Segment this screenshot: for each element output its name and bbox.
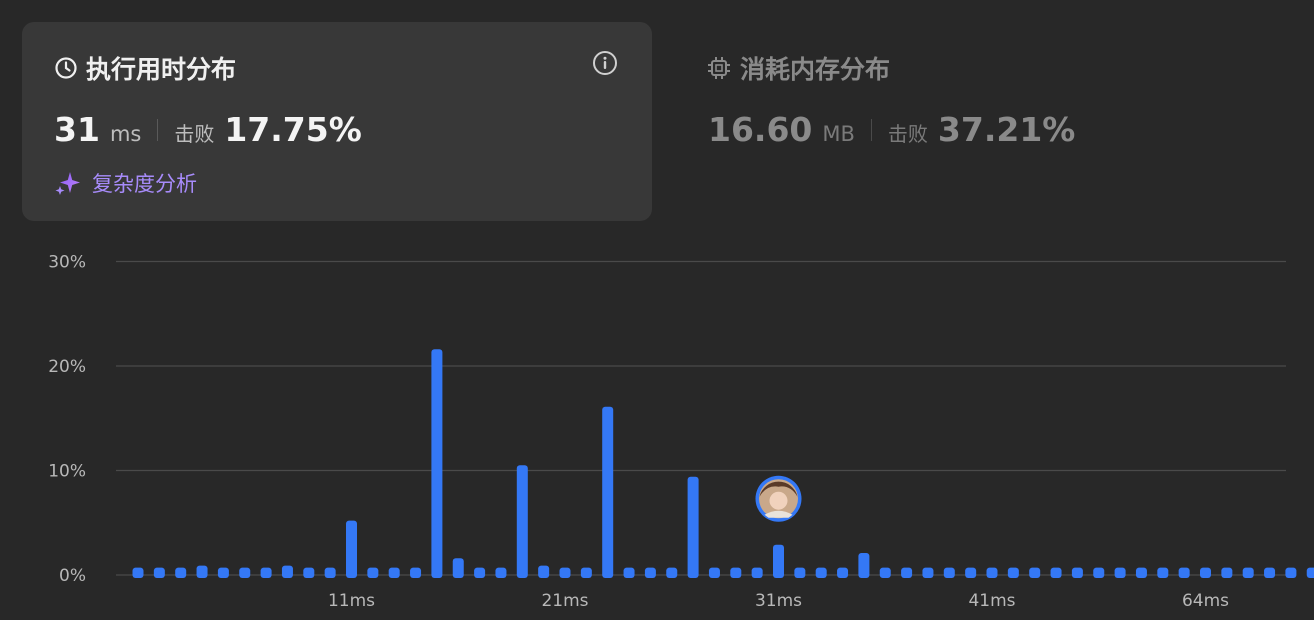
bar[interactable]	[879, 567, 891, 578]
bar[interactable]	[1221, 567, 1233, 578]
runtime-value: 31	[54, 110, 100, 149]
clock-icon	[55, 57, 77, 79]
avatar-face	[769, 491, 788, 510]
runtime-title: 执行用时分布	[54, 50, 236, 86]
chip-icon	[708, 57, 730, 79]
bar[interactable]	[580, 567, 592, 578]
runtime-unit: ms	[109, 122, 142, 146]
y-tick-label: 0%	[59, 566, 86, 586]
complexity-analysis-link[interactable]: 复杂度分析	[54, 168, 197, 198]
x-tick-label: 31ms	[755, 591, 802, 611]
x-tick-label: 64ms	[1182, 591, 1229, 611]
bar[interactable]	[922, 567, 934, 578]
stat-divider	[870, 118, 872, 141]
user-avatar[interactable]	[755, 475, 802, 522]
bar[interactable]	[410, 567, 422, 578]
bar[interactable]	[196, 565, 208, 578]
memory-unit: MB	[822, 122, 855, 146]
bar[interactable]	[687, 476, 699, 578]
bar[interactable]	[730, 567, 742, 578]
bar[interactable]	[1007, 567, 1019, 578]
y-tick-label: 10%	[48, 462, 86, 482]
bar[interactable]	[132, 567, 144, 578]
runtime-beats-label: 击败	[174, 122, 215, 146]
bar[interactable]	[495, 567, 507, 578]
info-icon[interactable]	[592, 50, 618, 76]
bar[interactable]	[175, 567, 187, 578]
bar[interactable]	[1050, 567, 1062, 578]
memory-beats-value: 37.21%	[937, 110, 1076, 149]
bar[interactable]	[986, 567, 998, 578]
bar[interactable]	[303, 567, 315, 578]
bar[interactable]	[1200, 567, 1211, 578]
bar[interactable]	[943, 567, 955, 578]
y-tick-label: 20%	[48, 357, 86, 377]
bar[interactable]	[1114, 567, 1126, 578]
bar[interactable]	[281, 565, 293, 578]
memory-value: 16.60	[708, 110, 813, 149]
bar[interactable]	[1135, 567, 1147, 578]
bar[interactable]	[965, 567, 977, 578]
bar[interactable]	[751, 567, 763, 578]
bar[interactable]	[1285, 567, 1297, 578]
bar[interactable]	[324, 567, 336, 578]
complexity-analysis-label: 复杂度分析	[92, 172, 197, 196]
bar[interactable]	[516, 465, 528, 578]
memory-stat: 16.60 MB 击败 37.21%	[708, 110, 1075, 149]
bar[interactable]	[666, 567, 678, 578]
bar[interactable]	[474, 567, 486, 578]
y-tick-label: 30%	[48, 253, 86, 273]
x-tick-label: 21ms	[541, 591, 588, 611]
bar[interactable]	[153, 567, 165, 578]
bar[interactable]	[1264, 567, 1276, 578]
bar[interactable]	[452, 558, 464, 578]
runtime-stat: 31 ms 击败 17.75%	[54, 110, 362, 149]
bar[interactable]	[1178, 567, 1190, 578]
memory-beats-label: 击败	[887, 122, 928, 146]
bar[interactable]	[1093, 567, 1105, 578]
bar[interactable]	[602, 406, 614, 578]
bar[interactable]	[1157, 567, 1169, 578]
bar[interactable]	[559, 567, 571, 578]
stat-divider	[157, 118, 159, 141]
bar[interactable]	[837, 567, 849, 578]
bar[interactable]	[815, 567, 827, 578]
bar[interactable]	[1071, 567, 1083, 578]
bar[interactable]	[1242, 567, 1254, 578]
bar[interactable]	[1029, 567, 1041, 578]
runtime-distribution-chart[interactable]: 0% 10% 20% 30% 11ms 21ms 31ms 41ms 64ms	[0, 230, 1314, 620]
bar[interactable]	[239, 567, 251, 578]
bar[interactable]	[346, 520, 357, 578]
runtime-beats-value: 17.75%	[224, 110, 362, 149]
bar[interactable]	[644, 567, 656, 578]
x-tick-label: 11ms	[328, 591, 375, 611]
bar[interactable]	[708, 567, 720, 578]
bar[interactable]	[217, 567, 229, 578]
memory-tab[interactable]: 消耗内存分布	[706, 50, 890, 86]
bar[interactable]	[260, 567, 272, 578]
bar[interactable]	[538, 565, 550, 578]
bar[interactable]	[1306, 567, 1314, 578]
memory-title: 消耗内存分布	[740, 55, 891, 84]
bar[interactable]	[431, 349, 443, 578]
bar[interactable]	[901, 567, 913, 578]
bar[interactable]	[794, 567, 806, 578]
bar[interactable]	[858, 553, 870, 578]
x-tick-label: 41ms	[968, 591, 1015, 611]
sparkle-icon	[55, 172, 80, 195]
bar[interactable]	[388, 567, 400, 578]
bar[interactable]	[773, 544, 784, 578]
runtime-title-text: 执行用时分布	[86, 55, 237, 84]
bar[interactable]	[623, 567, 635, 578]
runtime-card[interactable]: 执行用时分布 31 ms 击败 17.75% 复杂度分析	[22, 22, 652, 221]
bar[interactable]	[367, 567, 379, 578]
